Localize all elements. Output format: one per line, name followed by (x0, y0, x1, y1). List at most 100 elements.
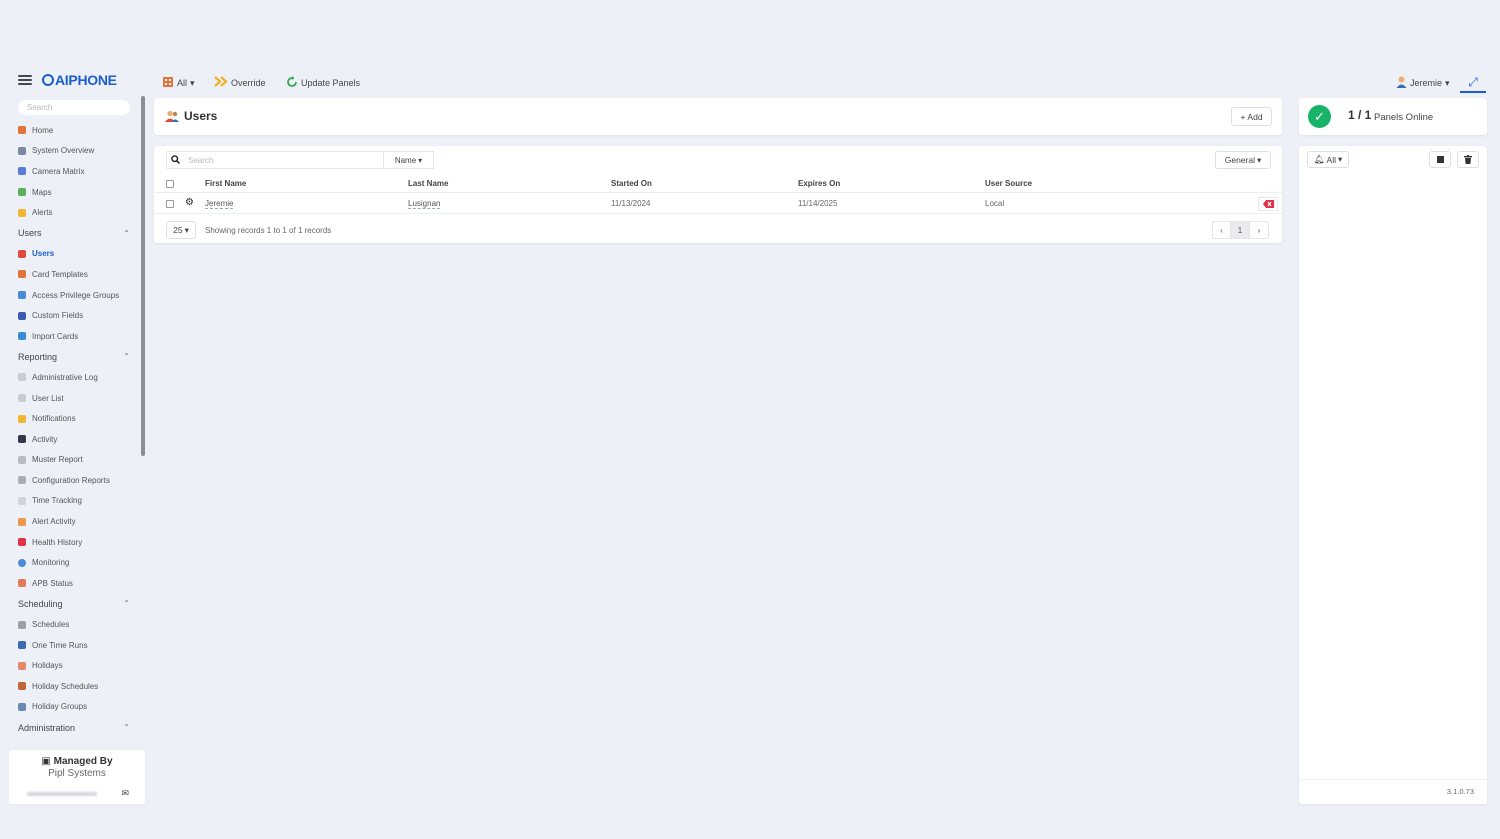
clear-events-button[interactable] (1457, 151, 1479, 168)
holiday-icon (18, 661, 26, 670)
sidebar-item-alerts[interactable]: Alerts (0, 202, 138, 223)
double-chevron-right-icon (214, 76, 228, 89)
column-header-expires-on[interactable]: Expires On (798, 179, 840, 188)
briefcase-icon: ▣ (41, 756, 51, 767)
search-placeholder: Search (188, 155, 214, 165)
sidebar-item-camera-matrix[interactable]: Camera Matrix (0, 161, 138, 182)
sidebar-item-notifications[interactable]: Notifications (0, 408, 138, 429)
gear-icon[interactable]: ⚙ (185, 197, 194, 208)
sidebar-nav: Home System Overview Camera Matrix Maps … (0, 120, 138, 738)
config-icon (18, 476, 26, 485)
envelope-icon[interactable]: ✉ (121, 788, 129, 799)
logo-text: AIPHONE (55, 72, 117, 88)
sidebar-item-import-cards[interactable]: Import Cards (0, 326, 138, 347)
section-label: Reporting (18, 351, 58, 362)
pagination-page-button[interactable]: 1 (1231, 221, 1250, 239)
stop-icon (1436, 156, 1444, 163)
sidebar-item-custom-fields[interactable]: Custom Fields (0, 305, 138, 326)
sidebar-item-maps[interactable]: Maps (0, 182, 138, 203)
page-number: 1 (1237, 225, 1243, 235)
sidebar-item-administrative-log[interactable]: Administrative Log (0, 367, 138, 388)
select-all-checkbox[interactable] (166, 180, 174, 188)
managed-by-company: Pipl Systems (48, 768, 106, 779)
add-user-button[interactable]: + Add (1231, 107, 1272, 126)
sidebar-section-scheduling[interactable]: Scheduling ⌃ (0, 594, 138, 615)
menu-toggle-icon[interactable] (18, 75, 32, 85)
sidebar-item-health-history[interactable]: Health History (0, 532, 138, 553)
override-label: Override (231, 77, 266, 88)
chevron-right-icon: › (1257, 225, 1261, 235)
sidebar-item-time-tracking[interactable]: Time Tracking (0, 491, 138, 512)
plus-icon: + (1240, 111, 1246, 122)
sidebar-item-muster-report[interactable]: Muster Report (0, 450, 138, 471)
bell-icon (18, 208, 26, 217)
column-header-first-name[interactable]: First Name (205, 179, 246, 188)
sidebar-item-access-privilege-groups[interactable]: Access Privilege Groups (0, 285, 138, 306)
chevron-up-icon: ⌃ (123, 599, 130, 609)
event-filter-label: All (1326, 154, 1336, 165)
update-panels-label: Update Panels (301, 78, 361, 88)
user-menu[interactable]: Jeremie ▾ (1396, 76, 1450, 90)
sidebar-item-monitoring[interactable]: Monitoring (0, 552, 138, 573)
apb-icon (18, 579, 26, 588)
heart-icon (18, 538, 26, 547)
view-dropdown[interactable]: General ▾ (1215, 151, 1271, 169)
chevron-down-icon: ▾ (1337, 154, 1343, 164)
chevron-down-icon: ▾ (418, 155, 423, 165)
sidebar-item-schedules[interactable]: Schedules (0, 614, 138, 635)
camera-icon (18, 167, 26, 176)
sidebar-section-users[interactable]: Users ⌃ (0, 223, 138, 244)
stop-button[interactable] (1429, 151, 1451, 168)
sidebar-item-users[interactable]: Users (0, 244, 138, 265)
sidebar-scrollbar[interactable] (141, 96, 145, 456)
sidebar-section-reporting[interactable]: Reporting ⌃ (0, 347, 138, 368)
sidebar-item-activity[interactable]: Activity (0, 429, 138, 450)
column-header-last-name[interactable]: Last Name (408, 179, 448, 188)
delete-row-button[interactable] (1258, 197, 1278, 211)
started-on-cell: 11/13/2024 (611, 199, 651, 208)
sidebar-item-holidays[interactable]: Holidays (0, 655, 138, 676)
pagination-prev-button[interactable]: ‹ (1212, 221, 1231, 239)
override-button[interactable]: Override (214, 76, 266, 89)
version-label: 3.1.0.73 (1446, 787, 1474, 796)
pagination-next-button[interactable]: › (1250, 221, 1269, 239)
sidebar-item-card-templates[interactable]: Card Templates (0, 264, 138, 285)
sidebar-item-label: Custom Fields (32, 311, 84, 321)
sidebar-section-administration[interactable]: Administration ⌃ (0, 717, 138, 738)
building-filter-dropdown[interactable]: All ▾ (162, 76, 195, 90)
sidebar-item-user-list[interactable]: User List (0, 388, 138, 409)
search-field-dropdown[interactable]: Name ▾ (384, 151, 434, 169)
panels-online-ratio: 1 / 1 (1348, 108, 1372, 122)
expand-icon[interactable]: ⤢ (1460, 73, 1486, 93)
table-search-input[interactable]: Search (166, 151, 384, 169)
user-name: Jeremie (1410, 78, 1443, 88)
sidebar-item-alert-activity[interactable]: Alert Activity (0, 511, 138, 532)
page-size-dropdown[interactable]: 25 ▾ (166, 221, 196, 239)
list-icon (18, 394, 26, 403)
first-name-cell[interactable]: Jeremie (205, 199, 234, 209)
sidebar-item-apb-status[interactable]: APB Status (0, 573, 138, 594)
log-icon (18, 373, 26, 382)
sidebar-item-label: Holiday Groups (32, 702, 88, 712)
row-checkbox[interactable] (166, 200, 174, 208)
clock-icon (18, 496, 26, 505)
column-header-user-source[interactable]: User Source (985, 179, 1032, 188)
users-header-card: Users + Add (154, 98, 1282, 135)
sidebar-item-one-time-runs[interactable]: One Time Runs (0, 635, 138, 656)
chevron-up-icon: ⌃ (123, 228, 130, 238)
last-name-cell[interactable]: Lusignan (408, 199, 441, 209)
sidebar-item-label: Alerts (32, 208, 53, 218)
column-header-started-on[interactable]: Started On (611, 179, 652, 188)
sidebar-search-input[interactable]: Search (18, 100, 130, 115)
sidebar-item-configuration-reports[interactable]: Configuration Reports (0, 470, 138, 491)
sidebar-item-holiday-schedules[interactable]: Holiday Schedules (0, 676, 138, 697)
sidebar-item-holiday-groups[interactable]: Holiday Groups (0, 697, 138, 718)
sidebar-item-label: Activity (32, 434, 58, 444)
sidebar-item-system-overview[interactable]: System Overview (0, 141, 138, 162)
add-label: Add (1247, 111, 1263, 122)
aiphone-logo[interactable]: AIPHONE (42, 72, 117, 88)
sidebar-item-label: Notifications (32, 414, 76, 424)
update-panels-button[interactable]: Update Panels (286, 76, 360, 90)
event-filter-dropdown[interactable]: 🔔︎ All ▾ (1307, 151, 1349, 168)
sidebar-item-home[interactable]: Home (0, 120, 138, 141)
